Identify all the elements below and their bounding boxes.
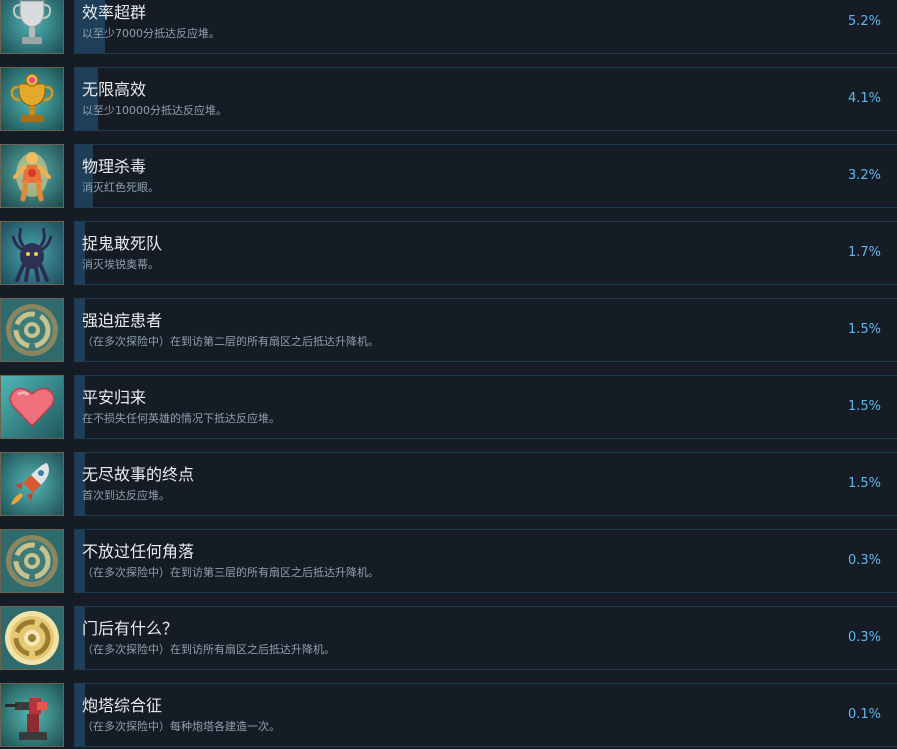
- unlock-percentage: 3.2%: [847, 168, 881, 183]
- unlock-percentage: 0.3%: [847, 630, 881, 645]
- achievement-description: （在多次探险中）在到访第二层的所有扇区之后抵达升降机。: [82, 335, 379, 348]
- achievement-panel: 强迫症患者 （在多次探险中）在到访第二层的所有扇区之后抵达升降机。 1.5%: [74, 298, 897, 362]
- achievement-description: 以至少7000分抵达反应堆。: [82, 27, 220, 40]
- achievement-description: （在多次探险中）在到访第三层的所有扇区之后抵达升降机。: [82, 566, 379, 579]
- turret-icon: [0, 683, 64, 747]
- achievement-row: 平安归来在不损失任何英雄的情况下抵达反应堆。 1.5%: [0, 375, 897, 441]
- achievement-panel: 门后有什么？ （在多次探险中）在到访所有扇区之后抵达升降机。 0.3%: [74, 606, 897, 670]
- fiery-figure-icon: [0, 144, 64, 208]
- heart-icon: [0, 375, 64, 439]
- unlock-percentage: 4.1%: [847, 91, 881, 106]
- gold-trophy-icon: [0, 67, 64, 131]
- achievement-row: 门后有什么？ （在多次探险中）在到访所有扇区之后抵达升降机。 0.3%: [0, 606, 897, 672]
- achievement-list: 效率超群以至少7000分抵达反应堆。 5.2% 无限高效以至少10000分抵达反应堆…: [0, 0, 897, 749]
- achievement-panel: 效率超群以至少7000分抵达反应堆。 5.2%: [74, 0, 897, 54]
- achievement-description: 消灭埃锐奥蒂。: [82, 258, 159, 271]
- achievement-title: 门后有什么？: [82, 619, 179, 638]
- achievement-title: 强迫症患者: [82, 311, 163, 330]
- unlock-percentage: 1.7%: [847, 245, 881, 260]
- unlock-percentage: 1.5%: [847, 322, 881, 337]
- unlock-percentage: 5.2%: [847, 14, 881, 29]
- achievement-description: 首次到达反应堆。: [82, 489, 170, 502]
- unlock-percentage: 1.5%: [847, 399, 881, 414]
- unlock-percentage: 1.5%: [847, 476, 881, 491]
- achievement-description: （在多次探险中）每种炮塔各建造一次。: [82, 720, 280, 733]
- achievement-row: 炮塔综合征 （在多次探险中）每种炮塔各建造一次。 0.1%: [0, 683, 897, 749]
- achievement-description: 以至少10000分抵达反应堆。: [82, 104, 227, 117]
- achievement-row: 强迫症患者 （在多次探险中）在到访第二层的所有扇区之后抵达升降机。 1.5%: [0, 298, 897, 364]
- achievement-row: 捉鬼敢死队消灭埃锐奥蒂。 1.7%: [0, 221, 897, 287]
- achievement-panel: 炮塔综合征 （在多次探险中）每种炮塔各建造一次。 0.1%: [74, 683, 897, 747]
- achievement-title: 无限高效: [82, 80, 147, 99]
- achievement-row: 无限高效以至少10000分抵达反应堆。 4.1%: [0, 67, 897, 133]
- achievement-description: （在多次探险中）在到访所有扇区之后抵达升降机。: [82, 643, 335, 656]
- gold-emblem-icon: [0, 606, 64, 670]
- achievement-row: 无尽故事的终点首次到达反应堆。 1.5%: [0, 452, 897, 518]
- achievement-title: 物理杀毒: [82, 157, 147, 176]
- achievement-panel: 平安归来在不损失任何英雄的情况下抵达反应堆。 1.5%: [74, 375, 897, 439]
- unlock-percentage: 0.1%: [847, 707, 881, 722]
- achievement-row: 效率超群以至少7000分抵达反应堆。 5.2%: [0, 0, 897, 56]
- achievement-row: 不放过任何角落 （在多次探险中）在到访第三层的所有扇区之后抵达升降机。 0.3%: [0, 529, 897, 595]
- floor-emblem-icon: [0, 529, 64, 593]
- achievement-title: 捉鬼敢死队: [82, 234, 163, 253]
- achievement-title: 炮塔综合征: [82, 696, 163, 715]
- achievement-description: 消灭红色死眼。: [82, 181, 159, 194]
- achievement-title: 不放过任何角落: [82, 542, 195, 561]
- achievement-row: 物理杀毒消灭红色死眼。 3.2%: [0, 144, 897, 210]
- achievement-title: 平安归来: [82, 388, 147, 407]
- floor-emblem-icon: [0, 298, 64, 362]
- achievement-panel: 物理杀毒消灭红色死眼。 3.2%: [74, 144, 897, 208]
- achievement-title: 无尽故事的终点: [82, 465, 195, 484]
- achievement-panel: 不放过任何角落 （在多次探险中）在到访第三层的所有扇区之后抵达升降机。 0.3%: [74, 529, 897, 593]
- silver-trophy-icon: [0, 0, 64, 54]
- rocket-icon: [0, 452, 64, 516]
- tentacle-monster-icon: [0, 221, 64, 285]
- achievement-panel: 无限高效以至少10000分抵达反应堆。 4.1%: [74, 67, 897, 131]
- achievement-description: 在不损失任何英雄的情况下抵达反应堆。: [82, 412, 280, 425]
- unlock-percentage: 0.3%: [847, 553, 881, 568]
- achievement-title: 效率超群: [82, 3, 147, 22]
- achievement-panel: 无尽故事的终点首次到达反应堆。 1.5%: [74, 452, 897, 516]
- achievement-panel: 捉鬼敢死队消灭埃锐奥蒂。 1.7%: [74, 221, 897, 285]
